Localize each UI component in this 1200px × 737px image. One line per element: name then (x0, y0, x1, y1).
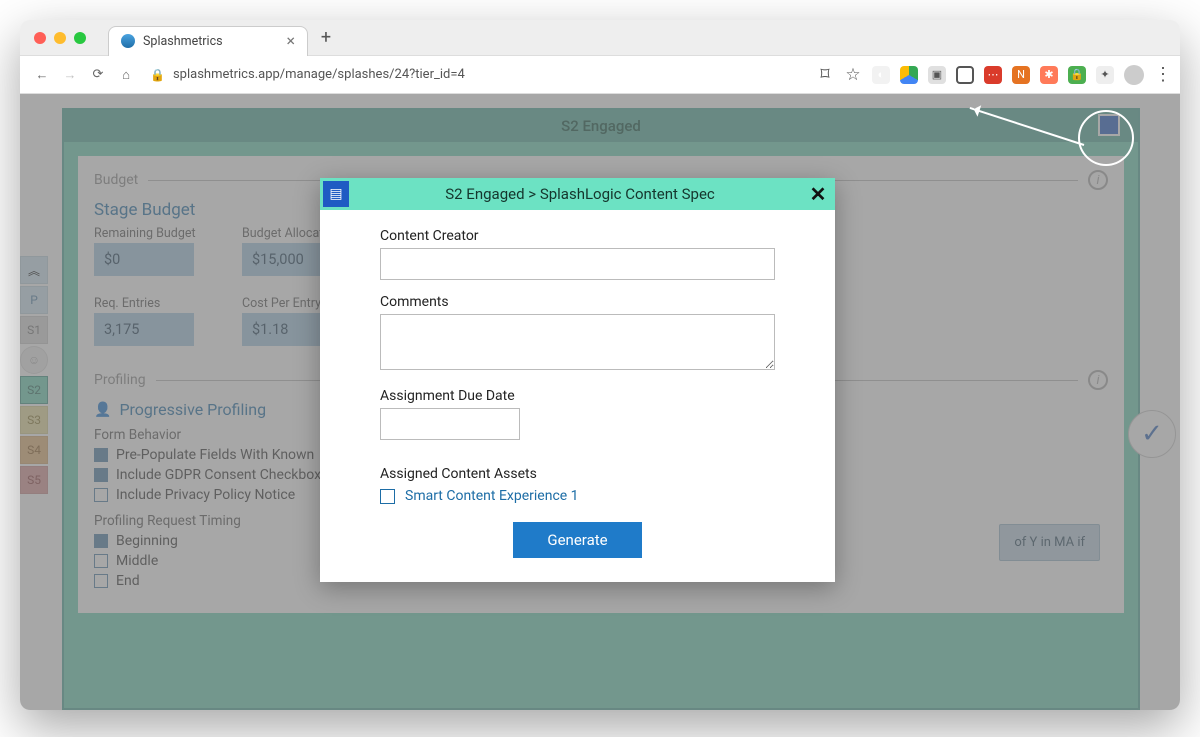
modal-close-button[interactable]: ✕ (801, 182, 835, 206)
modal-title: S2 Engaged > SplashLogic Content Spec (359, 185, 801, 203)
asset-row: Smart Content Experience 1 (380, 488, 775, 504)
mac-titlebar: Splashmetrics × + (20, 20, 1180, 56)
profile-avatar[interactable] (1124, 65, 1144, 85)
lastpass-icon[interactable]: ⋯ (984, 66, 1002, 84)
content-spec-modal: ▤ S2 Engaged > SplashLogic Content Spec … (320, 178, 835, 582)
due-date-input[interactable] (380, 408, 520, 440)
drive-icon[interactable] (900, 66, 918, 84)
browser-tab-active[interactable]: Splashmetrics × (108, 26, 308, 56)
tab-title: Splashmetrics (143, 34, 223, 49)
browser-window: Splashmetrics × + ← → ⟳ ⌂ 🔒 splashmetric… (20, 20, 1180, 710)
content-creator-label: Content Creator (380, 228, 775, 244)
extension-icon-1[interactable]: ◐ (872, 66, 890, 84)
generate-button[interactable]: Generate (513, 522, 641, 558)
new-tab-button[interactable]: + (314, 26, 338, 50)
back-button[interactable]: ← (28, 61, 56, 89)
maximize-window-icon[interactable] (74, 32, 86, 44)
forward-button[interactable]: → (56, 61, 84, 89)
url-text: splashmetrics.app/manage/splashes/24?tie… (173, 67, 465, 82)
home-button[interactable]: ⌂ (112, 61, 140, 89)
menu-icon[interactable]: ⋮ (1154, 64, 1172, 85)
reload-button[interactable]: ⟳ (84, 61, 112, 89)
modal-body: Content Creator Comments Assignment Due … (320, 210, 835, 564)
comments-input[interactable] (380, 314, 775, 370)
browser-toolbar: ← → ⟳ ⌂ 🔒 splashmetrics.app/manage/splas… (20, 56, 1180, 94)
extension-icon-green[interactable]: 🔒 (1068, 66, 1086, 84)
browser-tabs: Splashmetrics × + (108, 20, 338, 55)
toolbar-actions: ◐ ▣ ⋯ N ✱ 🔒 ✦ ⋮ (816, 64, 1172, 85)
close-window-icon[interactable] (34, 32, 46, 44)
hubspot-icon[interactable]: ✱ (1040, 66, 1058, 84)
traffic-lights (34, 32, 86, 44)
favicon-icon (121, 34, 135, 48)
page-viewport: ︽ P S1 ☺ S2 S3 S4 S5 S2 Engaged (20, 94, 1180, 710)
comments-label: Comments (380, 294, 775, 310)
extensions-icon[interactable]: ✦ (1096, 66, 1114, 84)
lock-icon: 🔒 (150, 68, 165, 82)
asset-link[interactable]: Smart Content Experience 1 (405, 488, 579, 504)
asset-checkbox[interactable] (380, 489, 395, 504)
address-bar[interactable]: 🔒 splashmetrics.app/manage/splashes/24?t… (150, 67, 806, 82)
due-date-label: Assignment Due Date (380, 388, 775, 404)
close-tab-icon[interactable]: × (286, 33, 295, 49)
extension-icon-orange[interactable]: N (1012, 66, 1030, 84)
frame-icon[interactable] (956, 66, 974, 84)
key-icon[interactable] (816, 66, 834, 84)
modal-doc-icon: ▤ (323, 181, 349, 207)
assets-label: Assigned Content Assets (380, 466, 775, 482)
callout-circle (1078, 110, 1134, 166)
loom-icon[interactable]: ▣ (928, 66, 946, 84)
star-icon[interactable] (844, 66, 862, 84)
minimize-window-icon[interactable] (54, 32, 66, 44)
modal-header: ▤ S2 Engaged > SplashLogic Content Spec … (320, 178, 835, 210)
content-creator-input[interactable] (380, 248, 775, 280)
